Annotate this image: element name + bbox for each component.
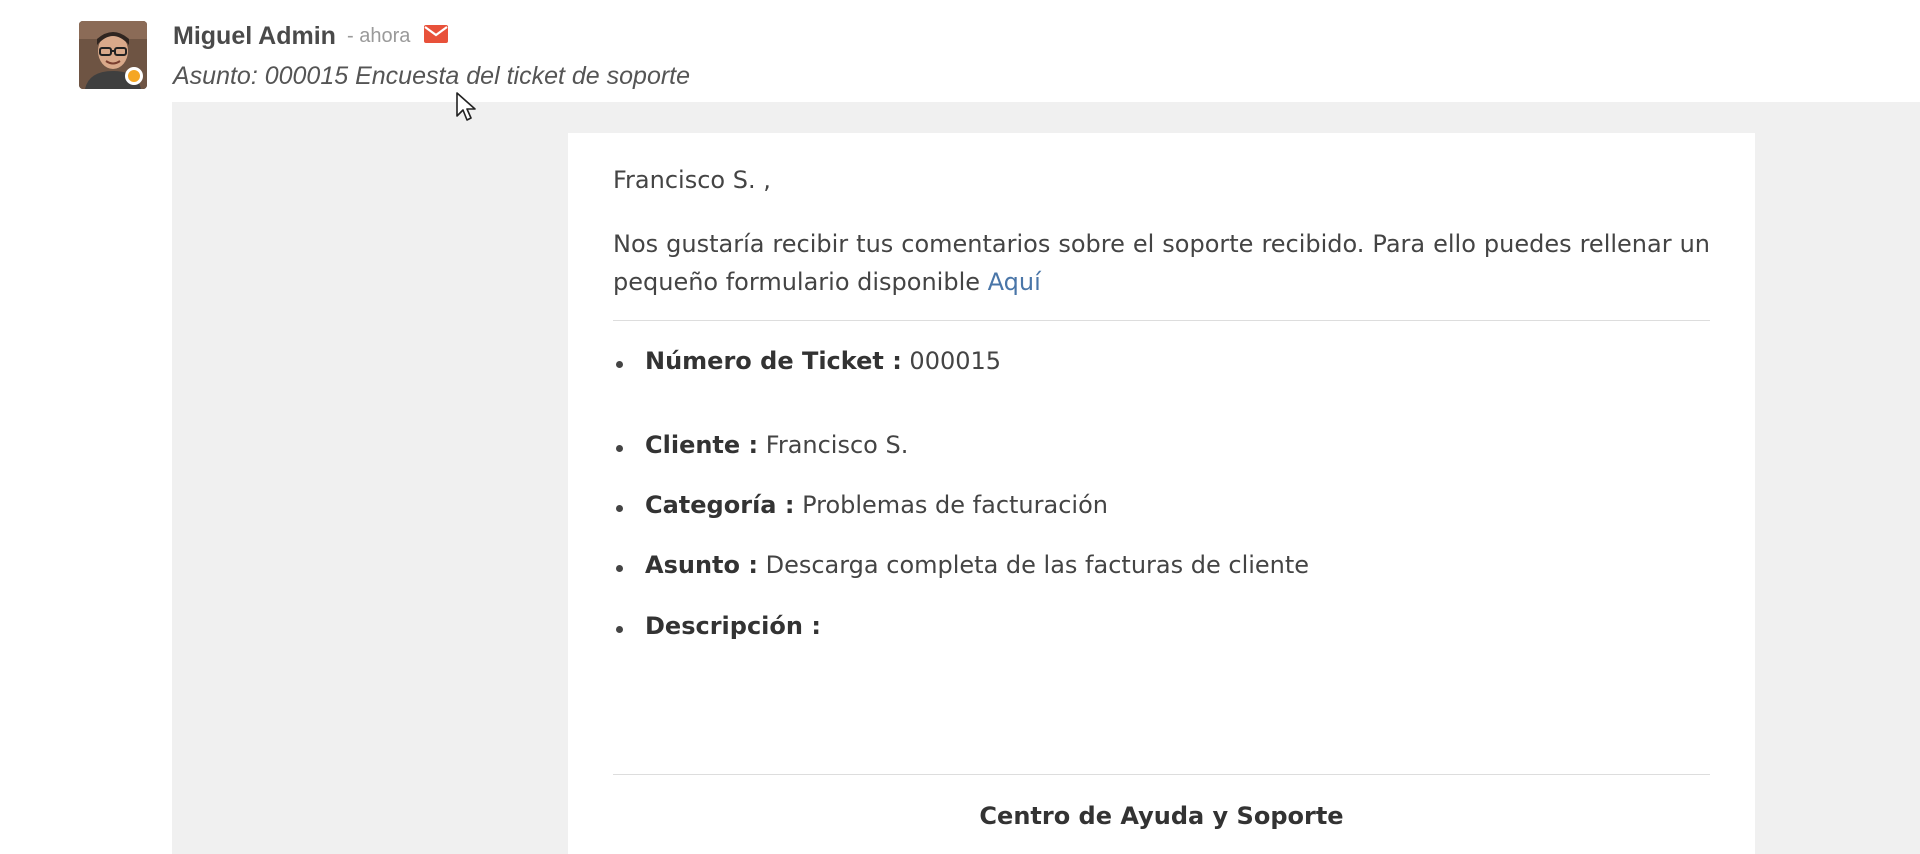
detail-value: Descarga completa de las facturas de cli…	[757, 551, 1310, 579]
email-intro: Nos gustaría recibir tus comentarios sob…	[613, 225, 1710, 301]
detail-label: Asunto :	[645, 551, 758, 579]
detail-value: 000015	[901, 347, 1002, 375]
email-card: Francisco S. , Nos gustaría recibir tus …	[568, 133, 1755, 854]
chatter-message: Miguel Admin - ahora Asunto: 000015 Encu…	[0, 0, 1920, 854]
detail-label: Número de Ticket :	[645, 347, 902, 375]
detail-category: Categoría : Problemas de facturación	[616, 491, 1108, 519]
detail-label: Cliente :	[645, 431, 759, 459]
detail-label: Descripción :	[645, 612, 821, 640]
detail-label: Categoría :	[645, 491, 795, 519]
mouse-cursor-icon	[456, 92, 478, 128]
detail-customer: Cliente : Francisco S.	[615, 431, 909, 459]
divider	[613, 320, 1710, 321]
detail-ticket-number: Número de Ticket : 000015	[615, 347, 1002, 375]
divider	[613, 774, 1710, 775]
presence-status-indicator	[125, 67, 143, 85]
detail-subject: Asunto : Descarga completa de las factur…	[615, 551, 1310, 579]
email-greeting: Francisco S. ,	[613, 166, 771, 194]
detail-value: Francisco S.	[758, 431, 909, 459]
detail-description: Descripción :	[616, 612, 821, 640]
message-header: Miguel Admin - ahora	[173, 22, 448, 51]
envelope-icon	[423, 24, 448, 47]
message-time: - ahora	[347, 25, 411, 47]
message-subject: Asunto: 000015 Encuesta del ticket de so…	[173, 62, 691, 90]
intro-text: Nos gustaría recibir tus comentarios sob…	[613, 230, 1710, 296]
email-footer-title: Centro de Ayuda y Soporte	[979, 802, 1344, 830]
author-name[interactable]: Miguel Admin	[173, 22, 336, 50]
survey-link[interactable]: Aquí	[988, 268, 1041, 296]
detail-value: Problemas de facturación	[794, 491, 1108, 519]
